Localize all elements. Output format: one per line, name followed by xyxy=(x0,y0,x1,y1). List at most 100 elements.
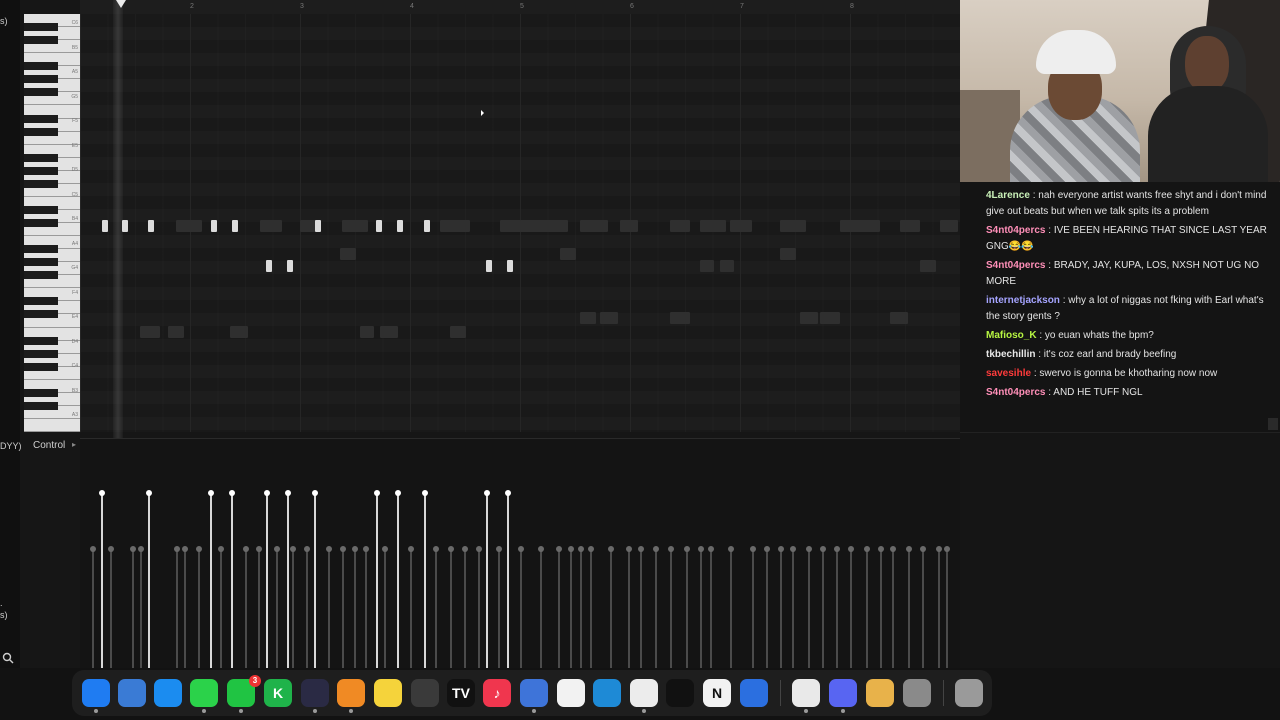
velocity-stem[interactable] xyxy=(182,546,188,668)
piano-black-key[interactable] xyxy=(24,36,58,45)
midi-note[interactable] xyxy=(580,312,596,324)
velocity-handle[interactable] xyxy=(108,546,114,552)
midi-note[interactable] xyxy=(940,220,958,232)
notes-icon[interactable] xyxy=(374,679,402,707)
velocity-stem[interactable] xyxy=(422,490,428,668)
chat-username[interactable]: internetjackson xyxy=(986,295,1060,306)
velocity-handle[interactable] xyxy=(448,546,454,552)
velocity-stem[interactable] xyxy=(578,546,584,668)
velocity-handle[interactable] xyxy=(433,546,439,552)
velocity-stem[interactable] xyxy=(920,546,926,668)
velocity-handle[interactable] xyxy=(864,546,870,552)
midi-note[interactable] xyxy=(700,220,726,232)
midi-note[interactable] xyxy=(700,260,714,272)
velocity-handle[interactable] xyxy=(806,546,812,552)
velocity-handle[interactable] xyxy=(208,490,214,496)
velocity-stem[interactable] xyxy=(878,546,884,668)
velocity-stem[interactable] xyxy=(834,546,840,668)
chat-username[interactable]: 4Larence xyxy=(986,190,1030,201)
velocity-handle[interactable] xyxy=(944,546,950,552)
midi-note[interactable] xyxy=(376,220,382,232)
velocity-stem[interactable] xyxy=(608,546,614,668)
midi-note[interactable] xyxy=(168,326,184,338)
midi-note[interactable] xyxy=(780,248,796,260)
fl-studio-icon[interactable] xyxy=(337,679,365,713)
midi-note[interactable] xyxy=(670,220,690,232)
velocity-stem[interactable] xyxy=(820,546,826,668)
velocity-handle[interactable] xyxy=(790,546,796,552)
midi-note[interactable] xyxy=(315,220,321,232)
velocity-handle[interactable] xyxy=(728,546,734,552)
velocity-stem[interactable] xyxy=(174,546,180,668)
midi-note[interactable] xyxy=(720,260,734,272)
velocity-stem[interactable] xyxy=(698,546,704,668)
velocity-handle[interactable] xyxy=(256,546,262,552)
velocity-stem[interactable] xyxy=(906,546,912,668)
velocity-handle[interactable] xyxy=(229,490,235,496)
chat-username[interactable]: tkbechillin xyxy=(986,349,1035,360)
velocity-stem[interactable] xyxy=(864,546,870,668)
velocity-handle[interactable] xyxy=(698,546,704,552)
velocity-handle[interactable] xyxy=(556,546,562,552)
velocity-stem[interactable] xyxy=(890,546,896,668)
velocity-handle[interactable] xyxy=(264,490,270,496)
velocity-handle[interactable] xyxy=(588,546,594,552)
davinci-icon[interactable] xyxy=(520,679,548,713)
midi-note[interactable] xyxy=(560,248,576,260)
velocity-stem[interactable] xyxy=(130,546,136,668)
velocity-stem[interactable] xyxy=(708,546,714,668)
control-label[interactable]: Control xyxy=(33,440,65,451)
velocity-stem[interactable] xyxy=(138,546,144,668)
messages-icon[interactable] xyxy=(190,679,218,713)
piano-black-key[interactable] xyxy=(24,297,58,306)
velocity-handle[interactable] xyxy=(182,546,188,552)
midi-note[interactable] xyxy=(900,220,920,232)
chat-username[interactable]: Mafioso_K xyxy=(986,330,1037,341)
velocity-handle[interactable] xyxy=(878,546,884,552)
piano-black-key[interactable] xyxy=(24,62,58,71)
velocity-stem[interactable] xyxy=(848,546,854,668)
velocity-handle[interactable] xyxy=(130,546,136,552)
velocity-stem[interactable] xyxy=(290,546,296,668)
midi-note[interactable] xyxy=(342,220,368,232)
midi-note[interactable] xyxy=(486,260,492,272)
notion-icon[interactable]: N xyxy=(703,679,731,707)
search-icon[interactable] xyxy=(2,652,14,664)
chat-username[interactable]: savesihle xyxy=(986,368,1031,379)
midi-note[interactable] xyxy=(440,220,470,232)
velocity-handle[interactable] xyxy=(505,490,511,496)
velocity-stem[interactable] xyxy=(496,546,502,668)
velocity-stem[interactable] xyxy=(684,546,690,668)
midi-note[interactable] xyxy=(820,312,840,324)
velocity-handle[interactable] xyxy=(408,546,414,552)
safari-icon[interactable] xyxy=(154,679,182,707)
velocity-handle[interactable] xyxy=(936,546,942,552)
velocity-stem[interactable] xyxy=(90,546,96,668)
midi-note[interactable] xyxy=(424,220,430,232)
velocity-handle[interactable] xyxy=(820,546,826,552)
velocity-stem[interactable] xyxy=(778,546,784,668)
midi-note[interactable] xyxy=(380,326,398,338)
midi-note[interactable] xyxy=(230,326,248,338)
velocity-stem[interactable] xyxy=(944,546,950,668)
velocity-handle[interactable] xyxy=(568,546,574,552)
midi-note[interactable] xyxy=(266,260,272,272)
velocity-handle[interactable] xyxy=(653,546,659,552)
preview-icon[interactable] xyxy=(118,679,146,707)
piano-black-key[interactable] xyxy=(24,258,58,267)
velocity-stem[interactable] xyxy=(790,546,796,668)
velocity-stem[interactable] xyxy=(146,490,152,668)
midi-note[interactable] xyxy=(507,260,513,272)
obs-icon[interactable] xyxy=(301,679,329,713)
velocity-stem[interactable] xyxy=(653,546,659,668)
piano-black-key[interactable] xyxy=(24,362,58,371)
velocity-handle[interactable] xyxy=(496,546,502,552)
velocity-handle[interactable] xyxy=(920,546,926,552)
chat-username[interactable]: S4nt04percs xyxy=(986,387,1045,398)
velocity-stem[interactable] xyxy=(99,490,105,668)
velocity-handle[interactable] xyxy=(374,490,380,496)
midi-note[interactable] xyxy=(500,220,522,232)
piano-black-key[interactable] xyxy=(24,271,58,280)
piano-black-key[interactable] xyxy=(24,205,58,214)
velocity-stem[interactable] xyxy=(285,490,291,668)
